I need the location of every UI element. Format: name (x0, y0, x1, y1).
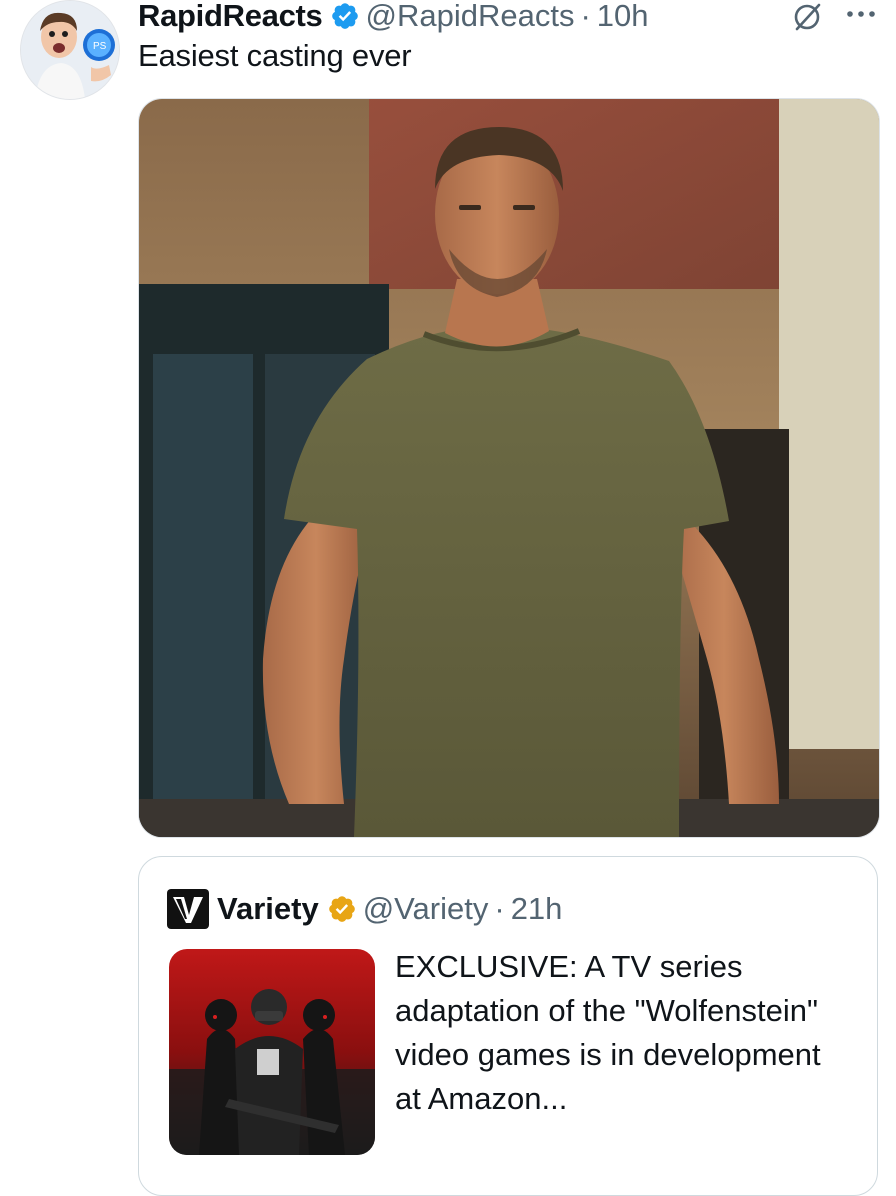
quoted-tweet-text: EXCLUSIVE: A TV series adaptation of the… (395, 949, 821, 1116)
tweet-photo[interactable] (138, 98, 880, 838)
timestamp[interactable]: 10h (597, 0, 649, 34)
display-name[interactable]: RapidReacts (138, 0, 323, 34)
separator-dot: · (580, 0, 591, 33)
more-icon[interactable] (844, 8, 878, 20)
variety-logo-icon[interactable] (167, 889, 209, 929)
avatar[interactable]: PS (20, 0, 120, 100)
grok-icon[interactable] (790, 0, 824, 34)
quoted-handle[interactable]: @Variety (363, 891, 489, 927)
quoted-separator-dot: · (494, 891, 505, 926)
gold-verified-badge-icon (328, 896, 355, 922)
tweet-header: RapidReacts @RapidReacts · 10h (138, 0, 649, 38)
avatar-icon: PS (21, 1, 119, 99)
handle[interactable]: @RapidReacts (366, 0, 575, 34)
quoted-thumbnail[interactable] (169, 949, 375, 1155)
verified-badge-icon (331, 3, 358, 29)
quoted-timestamp[interactable]: 21h (511, 891, 563, 927)
quoted-display-name[interactable]: Variety (217, 891, 319, 927)
quoted-tweet-header: Variety @Variety · 21h (167, 887, 562, 931)
quoted-tweet[interactable]: Variety @Variety · 21h EXCLUSIVE: A TV s… (138, 856, 878, 1196)
svg-text:PS: PS (93, 41, 107, 52)
tweet-text: Easiest casting ever (138, 38, 412, 73)
